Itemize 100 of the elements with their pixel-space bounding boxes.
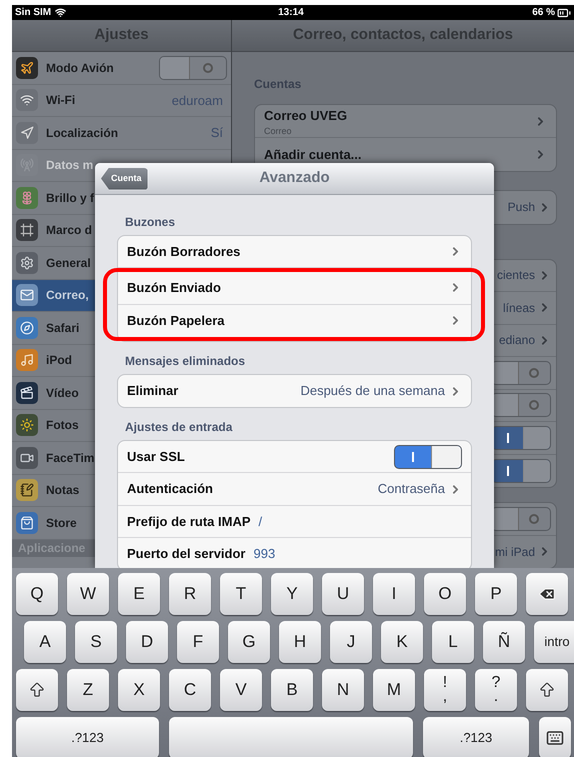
sidebar-label[interactable]: Vídeo <box>46 384 79 402</box>
app-store-icon <box>16 512 38 534</box>
keyboard-key[interactable]: O <box>424 573 466 615</box>
keyboard-key[interactable]: A <box>24 621 66 663</box>
shift-key[interactable] <box>526 669 568 711</box>
keyboard-icon <box>546 729 564 747</box>
picture-frame-icon <box>16 219 38 242</box>
row-label: Buzón Papelera <box>127 312 225 330</box>
settings-icon <box>16 252 38 274</box>
keyboard-key[interactable]: U <box>322 573 364 615</box>
section-title: Ajustes de entrada <box>125 420 232 434</box>
toggle-switch[interactable] <box>491 393 551 418</box>
keyboard-key[interactable]: P <box>475 573 517 615</box>
keyboard-key[interactable]: B <box>271 669 313 711</box>
row-value: mi iPad <box>494 544 535 561</box>
settings-row[interactable]: Buzón Borradores <box>118 236 471 268</box>
sidebar-label[interactable]: Marco d <box>46 221 92 240</box>
account-title: Añadir cuenta... <box>264 146 362 164</box>
toggle-switch[interactable] <box>159 56 227 80</box>
row-value: ediano <box>498 332 535 350</box>
keyboard-key[interactable]: X <box>118 669 160 711</box>
row-value: cientes <box>496 267 535 284</box>
account-subtitle: Correo <box>264 126 293 136</box>
keyboard-key[interactable]: G <box>228 621 270 663</box>
keyboard-key[interactable]: L <box>432 621 474 663</box>
sidebar-label[interactable]: Safari <box>46 318 80 337</box>
keyboard-key[interactable]: R <box>169 573 211 615</box>
settings-row[interactable]: Buzón Enviado <box>118 272 471 305</box>
settings-row[interactable]: Puerto del servidor 993 <box>118 538 471 568</box>
section-title: Buzones <box>125 215 176 229</box>
settings-row[interactable]: Usar SSL <box>118 441 471 474</box>
keyboard-key[interactable]: M <box>373 669 415 711</box>
sidebar-label[interactable]: Fotos <box>46 416 79 434</box>
toggle-switch[interactable] <box>491 426 551 450</box>
settings-row[interactable]: Autenticación Contraseña <box>118 473 471 506</box>
sidebar-label[interactable]: Wi-Fi <box>46 91 76 110</box>
row-value: líneas <box>502 300 535 317</box>
keyboard-key[interactable]: ? . <box>475 669 517 711</box>
sidebar-label[interactable]: Modo Avión <box>46 58 114 77</box>
modal-title: Avanzado <box>259 168 330 188</box>
sunflower-icon <box>16 414 38 436</box>
keyboard-key[interactable]: N <box>322 669 364 711</box>
toggle-switch[interactable] <box>491 458 551 483</box>
video-camera-icon <box>16 446 38 469</box>
clapperboard-icon <box>16 382 38 404</box>
account-title: Correo UVEG <box>264 107 348 126</box>
keyboard-key[interactable]: V <box>220 669 262 711</box>
sidebar-label[interactable]: Localización <box>46 124 118 142</box>
flower-icon <box>16 186 38 209</box>
row-value: Push <box>508 199 535 216</box>
keyboard-key[interactable]: H <box>279 621 321 663</box>
notepad-icon <box>16 479 38 502</box>
keyboard-key[interactable]: Y <box>271 573 313 615</box>
keyboard-key[interactable]: Ñ <box>483 621 525 663</box>
account-row[interactable]: Añadir cuenta... <box>255 138 556 171</box>
keyboard-key[interactable]: F <box>177 621 219 663</box>
settings-row[interactable]: Buzón Papelera <box>118 304 471 337</box>
row-label: Prefijo de ruta IMAP <box>127 512 251 531</box>
keyboard-key[interactable]: E <box>118 573 160 615</box>
account-row[interactable]: Correo UVEG Correo <box>255 105 556 138</box>
settings-row[interactable]: Eliminar Después de una semana <box>118 374 471 408</box>
battery-label: 66 % <box>532 6 555 20</box>
row-value: Contraseña <box>378 480 445 498</box>
row-label: Usar SSL <box>127 448 185 466</box>
return-key[interactable]: intro <box>534 621 574 663</box>
keyboard-key[interactable]: K <box>381 621 423 663</box>
row-label: Buzón Enviado <box>127 279 221 298</box>
shift-key[interactable] <box>16 669 58 711</box>
keyboard-key[interactable]: Q <box>16 573 58 615</box>
keyboard-key[interactable]: C <box>169 669 211 711</box>
airplane-icon <box>16 56 38 79</box>
clock-label: 13:14 <box>278 6 304 20</box>
back-button[interactable]: Cuenta <box>101 168 148 190</box>
backspace-key[interactable] <box>526 573 568 615</box>
settings-row[interactable]: Prefijo de ruta IMAP / <box>118 506 471 538</box>
keyboard-key[interactable]: Z <box>67 669 109 711</box>
toggle-switch[interactable] <box>491 360 551 385</box>
keyboard-key[interactable]: ! , <box>424 669 466 711</box>
keyboard-key[interactable]: I <box>373 573 415 615</box>
sidebar-label[interactable]: Store <box>46 514 77 532</box>
keyboard-key[interactable]: J <box>330 621 372 663</box>
input-field[interactable]: / <box>258 512 262 532</box>
keyboard-key[interactable]: S <box>75 621 117 663</box>
row-label: Eliminar <box>127 382 178 400</box>
sidebar-label[interactable]: Notas <box>46 481 80 500</box>
sidebar-label[interactable]: FaceTim <box>46 448 94 467</box>
number-mode-key[interactable]: .?123 <box>16 717 159 757</box>
toggle-switch[interactable] <box>491 506 551 531</box>
keyboard-key[interactable]: T <box>220 573 262 615</box>
sidebar-label[interactable]: General <box>46 254 91 272</box>
row-label: Buzón Borradores <box>127 242 240 261</box>
carrier-label: Sin SIM <box>15 6 52 20</box>
sidebar-label[interactable]: Brillo y f <box>46 188 94 207</box>
sidebar-label[interactable]: iPod <box>46 351 72 370</box>
number-mode-key[interactable]: .?123 <box>423 717 529 757</box>
keyboard-key[interactable]: W <box>67 573 109 615</box>
toggle-switch[interactable] <box>394 444 462 469</box>
hide-keyboard-key[interactable] <box>539 717 571 757</box>
keyboard-key[interactable]: D <box>126 621 168 663</box>
input-field[interactable]: 993 <box>253 544 276 564</box>
